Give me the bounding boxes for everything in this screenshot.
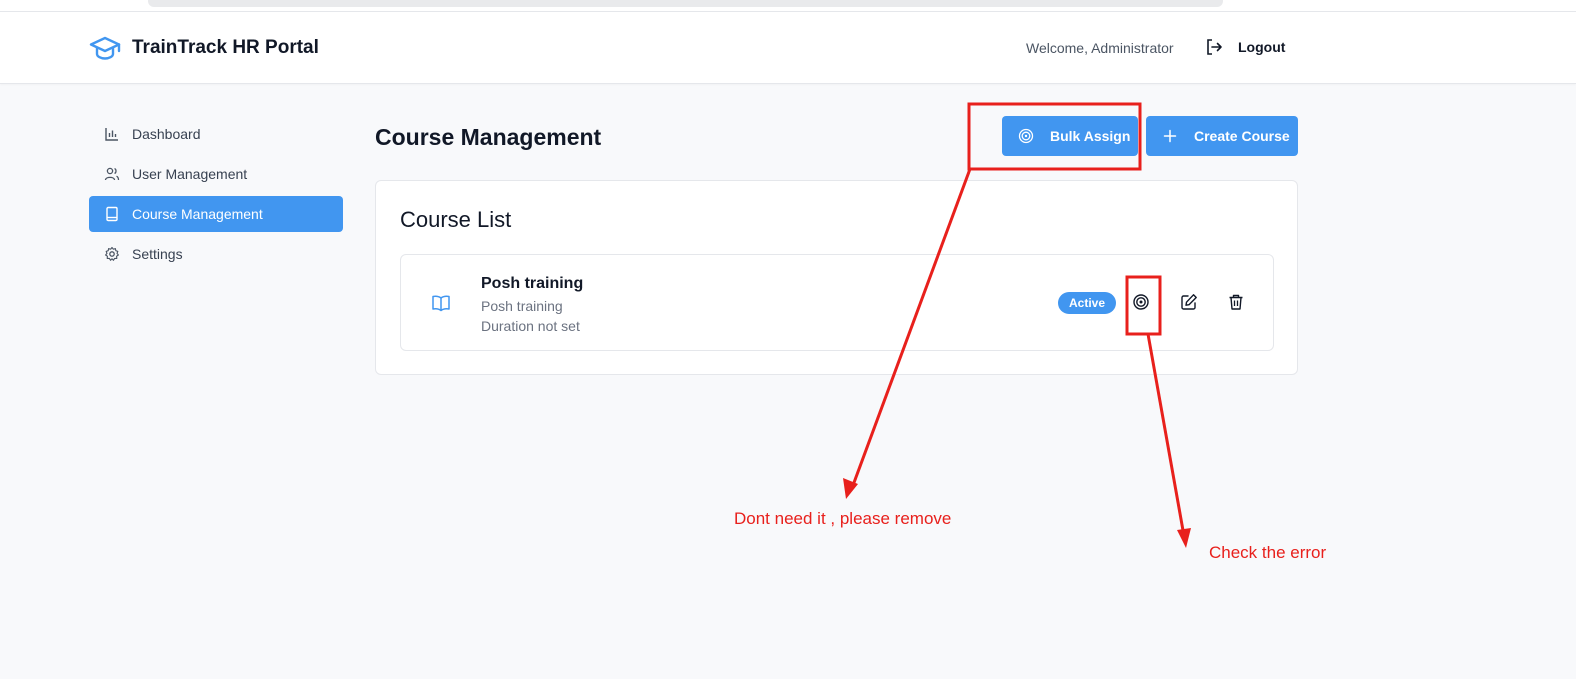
sidebar-item-label: Settings [132, 246, 183, 262]
welcome-text: Welcome, Administrator [1026, 40, 1174, 56]
graduation-cap-icon [89, 36, 121, 60]
sidebar-item-label: Course Management [132, 206, 263, 222]
users-icon [104, 167, 120, 181]
course-row: Posh training Posh training Duration not… [400, 254, 1274, 351]
open-book-icon [432, 295, 450, 312]
browser-chrome [0, 0, 1576, 12]
course-list-title: Course List [400, 207, 512, 232]
course-duration: Duration not set [481, 318, 580, 334]
book-icon [106, 206, 118, 222]
trash-icon[interactable] [1227, 293, 1245, 311]
top-header: TrainTrack HR Portal Welcome, Administra… [0, 12, 1576, 84]
annotation-note-remove: Dont need it , please remove [734, 509, 952, 528]
sidebar-item-dashboard[interactable]: Dashboard [89, 116, 343, 152]
course-description: Posh training [481, 298, 563, 314]
page-title: Course Management [375, 124, 602, 150]
gear-icon [105, 246, 119, 261]
logout-icon [1207, 39, 1222, 55]
target-icon [1018, 128, 1034, 144]
annotation-note-error: Check the error [1209, 543, 1327, 562]
bulk-assign-button[interactable]: Bulk Assign [1002, 116, 1138, 156]
sidebar-item-label: User Management [132, 166, 248, 182]
browser-address-bar[interactable] [148, 0, 1223, 7]
annotation-arrowhead-error [1177, 528, 1191, 548]
sidebar-item-label: Dashboard [132, 126, 201, 142]
assign-target-icon[interactable] [1132, 293, 1150, 311]
status-badge: Active [1058, 292, 1117, 314]
plus-icon [1163, 129, 1177, 143]
annotation-arrowhead-remove [843, 478, 858, 499]
sidebar: Dashboard User Management Course Managem… [89, 116, 343, 276]
sidebar-item-settings[interactable]: Settings [89, 236, 343, 272]
sidebar-item-user-management[interactable]: User Management [89, 156, 343, 192]
bulk-assign-label: Bulk Assign [1050, 128, 1131, 144]
edit-icon[interactable] [1180, 293, 1198, 311]
course-list-card: Course List Posh training Posh training … [375, 180, 1298, 375]
brand-title: TrainTrack HR Portal [132, 37, 319, 58]
create-course-label: Create Course [1194, 128, 1290, 144]
logout-button[interactable]: Logout [1205, 38, 1285, 56]
course-name: Posh training [481, 275, 584, 292]
logout-label: Logout [1238, 39, 1286, 55]
brand[interactable]: TrainTrack HR Portal [89, 35, 319, 61]
sidebar-item-course-management[interactable]: Course Management [89, 196, 343, 232]
create-course-button[interactable]: Create Course [1146, 116, 1298, 156]
bar-chart-icon [105, 128, 118, 141]
